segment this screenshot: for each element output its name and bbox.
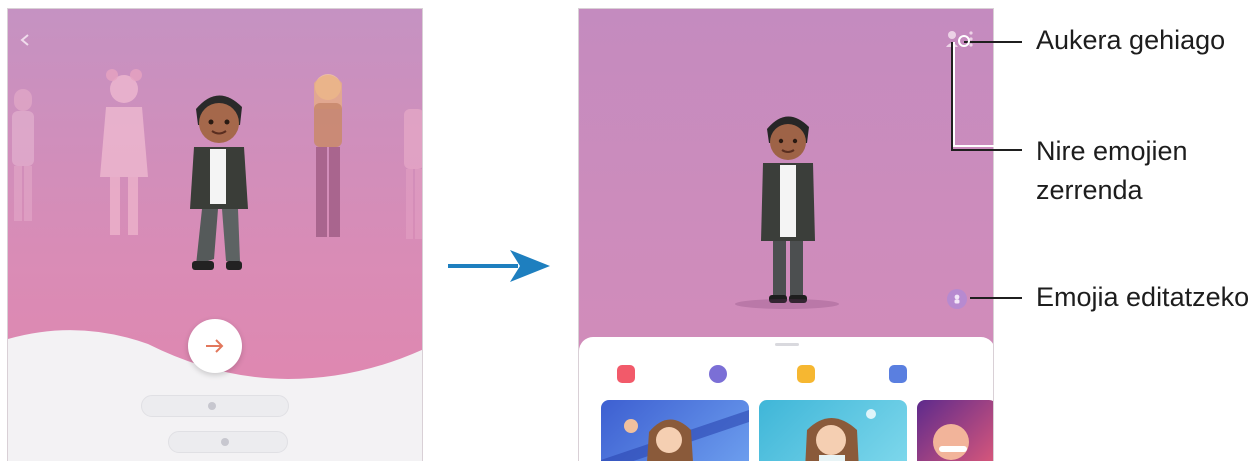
- callout-more-options: Aukera gehiago: [1036, 25, 1226, 55]
- callout-line-emoji-list: [951, 42, 1022, 151]
- callout-emoji-list-line1: Nire emojien: [1036, 136, 1188, 166]
- video-icon: [617, 365, 635, 383]
- video-thumbnail-2[interactable]: [759, 400, 907, 461]
- drag-handle[interactable]: [775, 343, 799, 346]
- create-avatar-button[interactable]: [141, 395, 289, 417]
- callout-line-edit-emoji: [970, 297, 1022, 299]
- tab-camera[interactable]: [889, 363, 912, 385]
- arrow-right-icon: [206, 339, 224, 353]
- avatar-preview-image: [805, 409, 876, 461]
- link-icon: [221, 438, 229, 446]
- avatar-option-right[interactable]: [298, 69, 358, 249]
- avatar-option-left[interactable]: [84, 67, 164, 247]
- avatar-shadow: [735, 299, 839, 309]
- video-thumbnail-3[interactable]: [917, 400, 993, 461]
- avatar-preview-image: [933, 424, 969, 460]
- sticker-icon: [797, 365, 815, 383]
- emoji-avatar: [761, 116, 815, 303]
- tab-sticker[interactable]: [797, 363, 820, 385]
- tab-figure[interactable]: [709, 363, 732, 385]
- callout-emoji-list-line2: zerrenda: [1036, 175, 1143, 205]
- content-panel: [579, 337, 993, 461]
- transition-arrow-icon: [448, 250, 550, 282]
- camera-icon: [889, 365, 907, 383]
- tab-video[interactable]: [617, 363, 640, 385]
- avatar-option-far-right[interactable]: [396, 99, 423, 249]
- avatar-select-screen: [7, 8, 423, 461]
- person-icon: [954, 294, 960, 304]
- edit-emoji-button[interactable]: [947, 289, 967, 309]
- next-button[interactable]: [188, 319, 242, 373]
- callout-edit-emoji: Emojia editatzeko: [1036, 282, 1250, 312]
- avatar-preview-image: [601, 410, 749, 461]
- back-icon[interactable]: [18, 33, 32, 47]
- ar-emoji-studio-screen: [578, 8, 994, 461]
- avatar-selected[interactable]: [168, 89, 268, 279]
- figure-icon: [709, 365, 727, 383]
- avatar-option-far-left[interactable]: [8, 79, 48, 239]
- camera-icon: [208, 402, 216, 410]
- link-avatar-button[interactable]: [168, 431, 288, 453]
- video-thumbnail-1[interactable]: [601, 400, 749, 461]
